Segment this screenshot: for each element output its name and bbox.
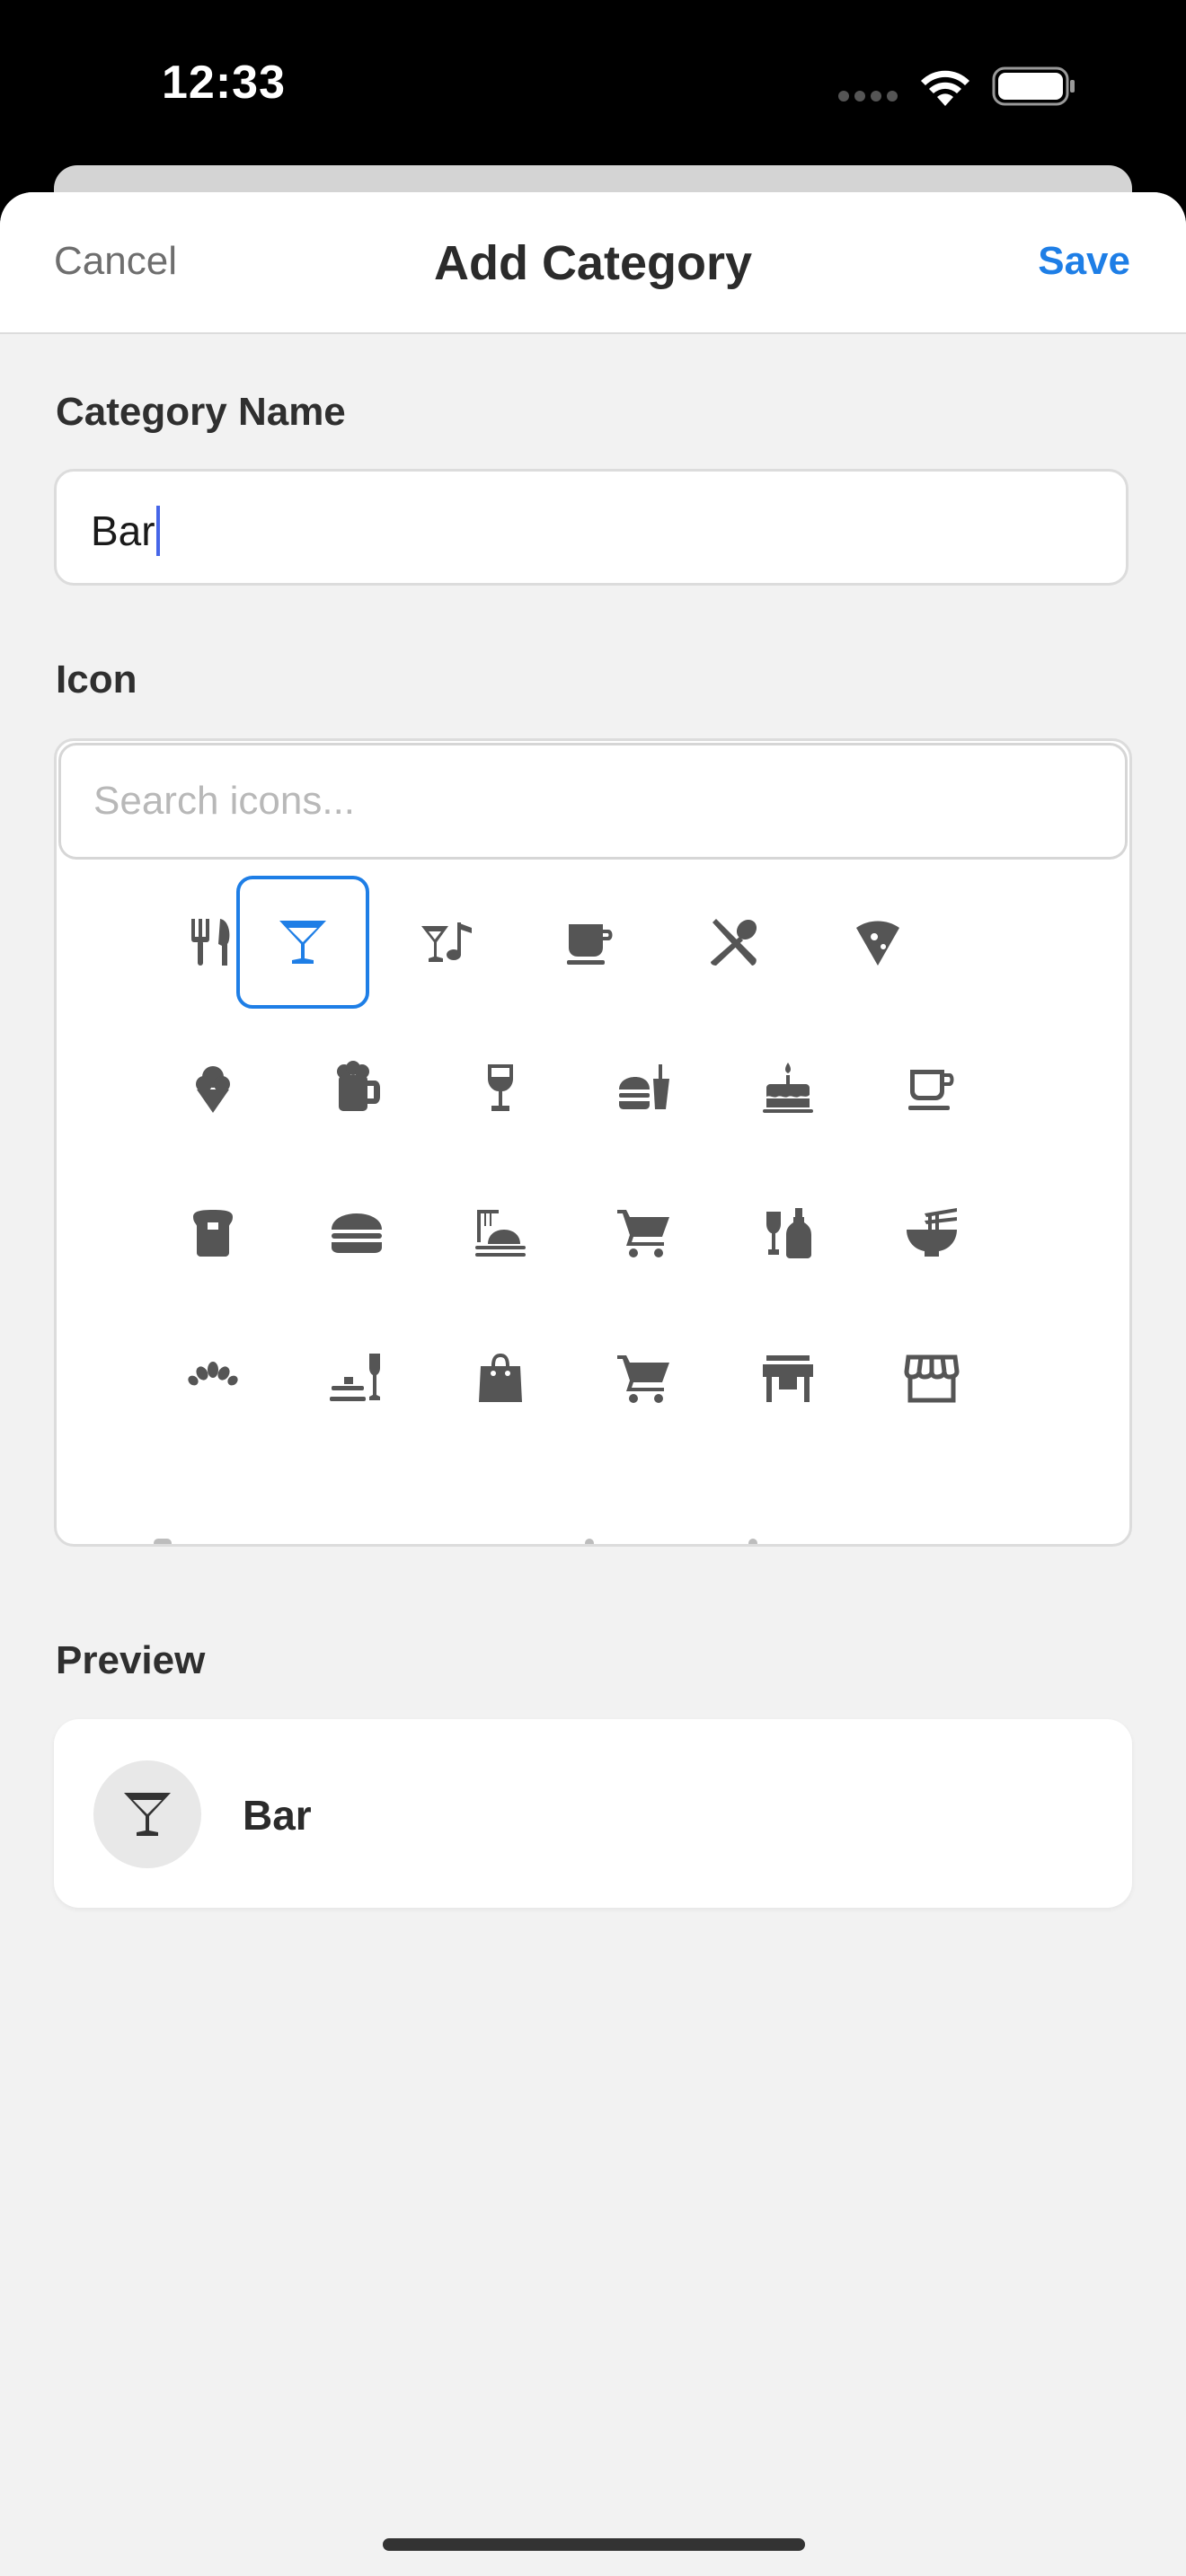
icon-label: Icon: [56, 657, 137, 701]
croissant-icon[interactable]: [146, 1312, 279, 1445]
page-title-text: Add Category: [433, 236, 753, 290]
pizza-slice-icon[interactable]: [811, 876, 944, 1009]
noodle-bowl-icon[interactable]: [865, 1167, 998, 1300]
scroll-peek: [154, 1539, 172, 1544]
birthday-cake-icon[interactable]: [721, 1021, 854, 1154]
preview-card: Bar: [54, 1719, 1132, 1908]
ice-cream-icon[interactable]: [146, 1021, 279, 1154]
preview-avatar: [93, 1760, 201, 1868]
page-title: Add Category: [0, 235, 1186, 291]
shopping-cart-icon[interactable]: [578, 1167, 711, 1300]
storefront-icon[interactable]: [721, 1312, 854, 1445]
text-caret: [155, 506, 160, 556]
category-name-field[interactable]: Bar: [54, 469, 1128, 586]
store-awning-icon[interactable]: [865, 1312, 998, 1445]
status-bar: 12:33: [0, 0, 1186, 171]
wine-glass-icon[interactable]: [434, 1021, 567, 1154]
battery-icon: [992, 66, 1075, 106]
teacup-icon[interactable]: [865, 1021, 998, 1154]
status-time: 12:33: [162, 57, 286, 109]
cellular-signal-icon: [838, 91, 898, 101]
navigation-bar: Cancel Add Category Save: [0, 192, 1186, 334]
icon-picker: [54, 738, 1132, 1547]
category-name-text: Bar: [91, 507, 155, 554]
cocktail-music-icon[interactable]: [380, 876, 513, 1009]
bread-loaf-icon[interactable]: [146, 1167, 279, 1300]
wifi-icon: [921, 70, 969, 106]
preview-name: Bar: [243, 1792, 312, 1839]
crossed-utensils-icon[interactable]: [668, 876, 801, 1009]
category-name-label: Category Name: [56, 390, 346, 434]
dinner-table-icon[interactable]: [434, 1167, 567, 1300]
wine-bottle-icon[interactable]: [721, 1167, 854, 1300]
beer-mug-icon[interactable]: [290, 1021, 423, 1154]
shopping-bag-icon[interactable]: [434, 1312, 567, 1445]
champagne-table-icon[interactable]: [290, 1312, 423, 1445]
scroll-peek: [748, 1539, 757, 1544]
category-name-value: Bar: [91, 506, 160, 556]
shopping-cart-alt-icon[interactable]: [578, 1312, 711, 1445]
hamburger-icon[interactable]: [290, 1167, 423, 1300]
scroll-peek: [585, 1539, 594, 1544]
preview-label: Preview: [56, 1638, 206, 1682]
home-indicator: [383, 2538, 805, 2551]
add-category-sheet: Cancel Add Category Save Category Name B…: [0, 192, 1186, 2576]
martini-glass-icon[interactable]: [236, 876, 369, 1009]
burger-drink-icon[interactable]: [578, 1021, 711, 1154]
coffee-mug-icon[interactable]: [524, 876, 657, 1009]
icon-search-input[interactable]: [58, 743, 1128, 860]
save-button[interactable]: Save: [1038, 239, 1130, 284]
martini-glass-icon: [124, 1793, 171, 1836]
